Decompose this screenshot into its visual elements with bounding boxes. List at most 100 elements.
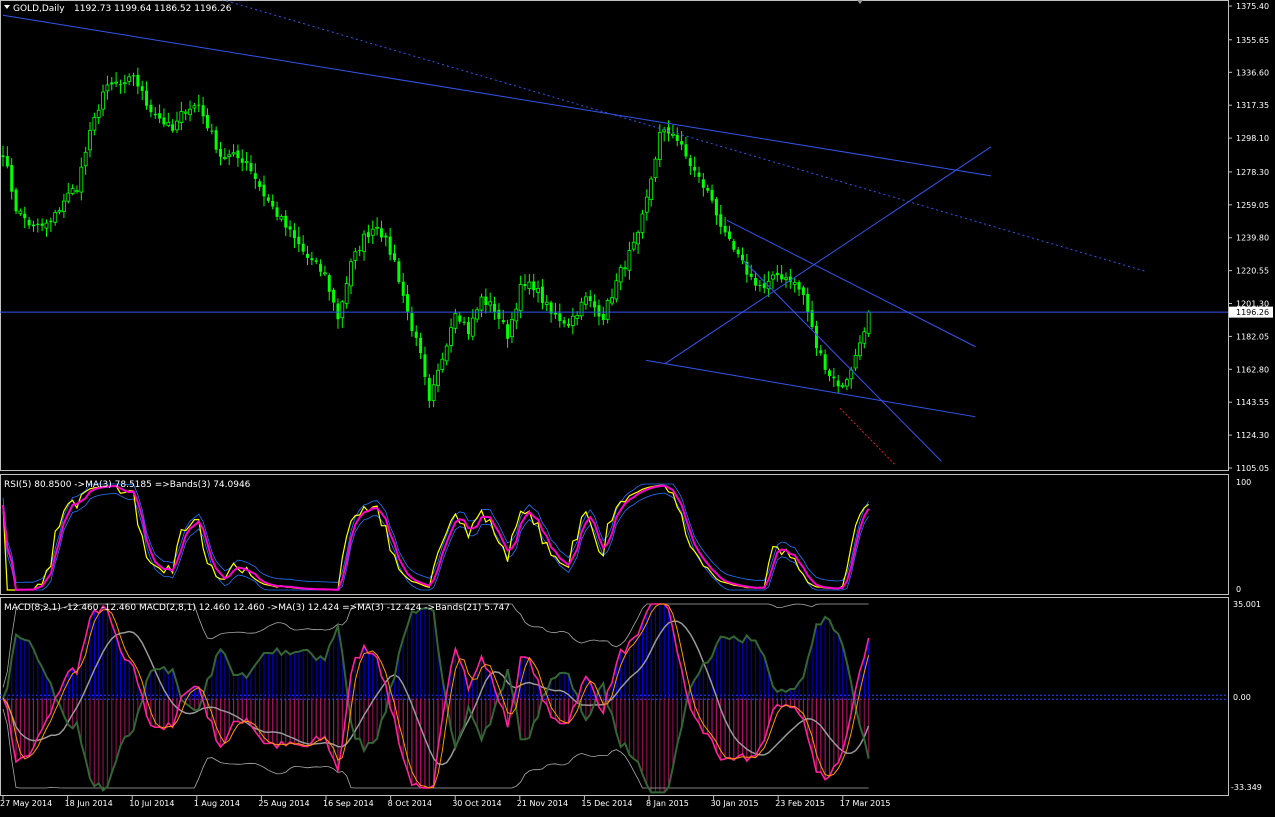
candle-body xyxy=(845,379,849,387)
candle-body xyxy=(18,210,23,214)
candle-body xyxy=(23,213,27,219)
candle-body xyxy=(183,111,188,114)
time-tick-label: 25 Aug 2014 xyxy=(258,799,309,808)
candle-body xyxy=(249,163,253,172)
candle-body xyxy=(758,285,762,287)
candle-body xyxy=(140,86,144,91)
price-tick-label: 1298.10 xyxy=(1236,134,1269,143)
candle-body xyxy=(649,178,654,200)
candle-body xyxy=(570,315,575,326)
time-tick-label: 30 Jan 2015 xyxy=(711,799,759,808)
candle-body xyxy=(40,223,44,226)
candle-body xyxy=(714,198,718,216)
macd-top-label: 35.001 xyxy=(1233,600,1261,609)
candle-body xyxy=(771,274,775,280)
candle-body xyxy=(732,241,736,250)
price-tick-label: 1220.55 xyxy=(1236,267,1269,276)
trendline xyxy=(742,259,942,462)
rsi-top-label: 100 xyxy=(1236,478,1251,487)
candle-body xyxy=(310,258,314,261)
chart-canvas[interactable]: 1375.40 1355.65 1336.60 1317.35 1298.10 1278.… xyxy=(0,0,1275,813)
candle-body xyxy=(458,315,462,322)
candle-body xyxy=(240,158,244,163)
candle-body xyxy=(618,267,623,283)
candle-body xyxy=(353,251,358,261)
trendline xyxy=(646,359,976,418)
candle-body xyxy=(784,277,788,280)
candle-body xyxy=(653,158,658,179)
candle-body xyxy=(53,212,58,223)
candle-body xyxy=(44,222,49,229)
candle-body xyxy=(188,108,192,115)
candle-body xyxy=(262,184,266,197)
price-tick-label: 1317.35 xyxy=(1236,101,1269,110)
candle-body xyxy=(136,74,140,87)
time-tick-label: 16 Sep 2014 xyxy=(323,799,374,808)
dropdown-icon[interactable] xyxy=(4,5,10,9)
candle-body xyxy=(858,342,862,357)
candle-body xyxy=(801,287,805,295)
candle-body xyxy=(657,132,662,160)
candle-body xyxy=(440,358,445,370)
candle-body xyxy=(31,224,35,227)
time-tick-label: 17 Mar 2015 xyxy=(840,799,891,808)
time-tick-label: 1 Aug 2014 xyxy=(194,799,240,808)
rsi-bottom-label: 0 xyxy=(1236,585,1241,594)
candle-body xyxy=(484,296,488,306)
candle-body xyxy=(388,236,392,255)
candle-body xyxy=(101,91,105,110)
candle-body xyxy=(36,223,40,225)
scroll-marker-icon[interactable] xyxy=(857,0,863,4)
candle-body xyxy=(419,337,423,354)
time-tick-label: 15 Dec 2014 xyxy=(581,799,632,808)
candle-body xyxy=(527,281,532,289)
candle-body xyxy=(88,130,92,151)
candle-body xyxy=(79,166,84,193)
candle-body xyxy=(358,250,362,252)
candle-body xyxy=(488,301,493,306)
candle-body xyxy=(810,310,814,328)
candle-body xyxy=(675,134,679,141)
candle-body xyxy=(110,82,114,85)
candle-body xyxy=(840,385,845,387)
candle-body xyxy=(506,324,510,339)
price-tick-label: 1278.30 xyxy=(1236,168,1269,177)
candle-body xyxy=(423,354,427,377)
candle-body xyxy=(693,166,697,171)
candle-body xyxy=(105,84,110,92)
candle-body xyxy=(605,300,610,320)
candle-body xyxy=(92,117,97,131)
candle-body xyxy=(319,264,323,272)
candle-body xyxy=(636,231,640,245)
price-panel-frame xyxy=(0,0,1229,471)
candle-body xyxy=(644,196,649,213)
candle-body xyxy=(558,313,562,321)
candle-body xyxy=(297,236,301,245)
time-tick-label: 27 May 2014 xyxy=(0,799,52,808)
candle-body xyxy=(814,325,818,349)
candle-body xyxy=(723,225,727,233)
candle-body xyxy=(401,281,405,296)
candle-body xyxy=(384,235,388,238)
candle-body xyxy=(179,111,184,123)
candle-body xyxy=(231,152,236,155)
candle-body xyxy=(222,157,227,159)
candle-body xyxy=(344,283,349,304)
candle-body xyxy=(701,179,705,188)
macd-zero-label: 0.00 xyxy=(1233,693,1251,702)
trendline xyxy=(664,146,992,365)
candle-body xyxy=(736,249,740,255)
candle-body xyxy=(470,317,475,337)
candle-body xyxy=(523,283,527,287)
candle-body xyxy=(5,156,9,167)
candle-body xyxy=(397,261,401,283)
chart-window[interactable]: 1375.40 1355.65 1336.60 1317.35 1298.10 1278.… xyxy=(0,0,1275,813)
candle-body xyxy=(410,313,414,332)
candle-body xyxy=(475,309,480,320)
candle-body xyxy=(171,124,175,131)
rsi-label: RSI(5) 80.8500 ->MA(3) 78.5185 =>Bands(3… xyxy=(4,480,251,490)
candle-body xyxy=(197,104,201,106)
macd-band-lower xyxy=(2,708,869,789)
candle-body xyxy=(375,226,380,229)
current-price-value: 1196.26 xyxy=(1236,308,1269,317)
